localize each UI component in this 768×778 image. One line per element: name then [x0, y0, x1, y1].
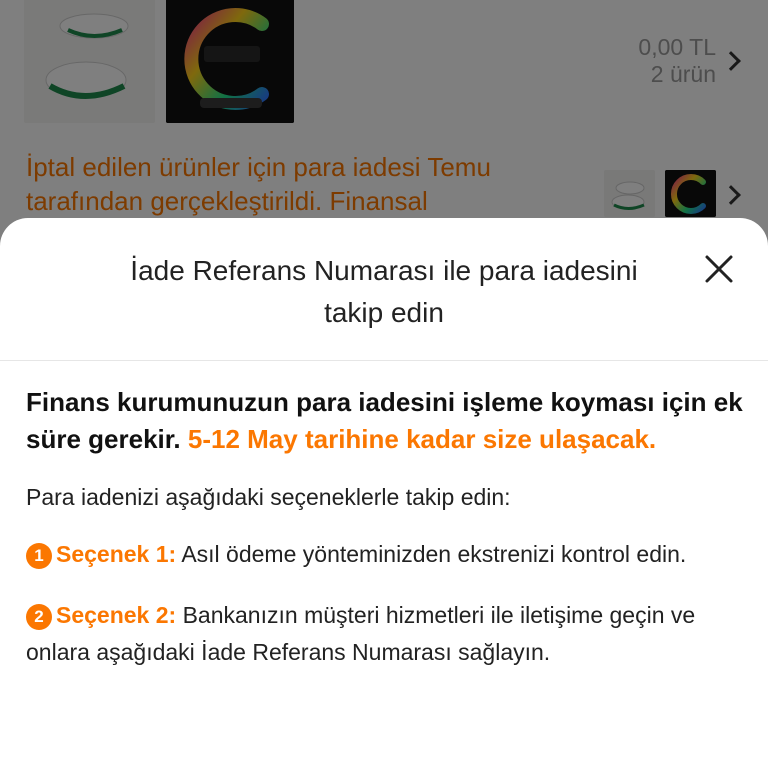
option-label: Seçenek 2:	[56, 602, 177, 628]
option-number-badge: 2	[26, 604, 52, 630]
close-button[interactable]	[701, 251, 737, 287]
option-label: Seçenek 1:	[56, 541, 177, 567]
option-number-badge: 1	[26, 543, 52, 569]
option-item: 2 Seçenek 2: Bankanızın müşteri hizmetler…	[26, 597, 746, 671]
sheet-title: İade Referans Numarası ile para iadesini…	[130, 255, 638, 328]
option-text: Asıl ödeme yönteminizden ekstrenizi kont…	[181, 541, 687, 567]
close-icon	[705, 255, 733, 283]
options-subtitle: Para iadenizi aşağıdaki seçeneklerle tak…	[26, 484, 511, 510]
refund-tracking-sheet: İade Referans Numarası ile para iadesini…	[0, 218, 768, 778]
sheet-header: İade Referans Numarası ile para iadesini…	[0, 218, 768, 361]
option-item: 1 Seçenek 1: Asıl ödeme yönteminizden eks…	[26, 536, 746, 573]
refund-lead: Finans kurumunuzun para iadesini işleme …	[26, 384, 746, 458]
sheet-content: Finans kurumunuzun para iadesini işleme …	[26, 384, 746, 671]
lead-highlight: 5-12 May tarihine kadar size ulaşacak.	[187, 424, 657, 454]
